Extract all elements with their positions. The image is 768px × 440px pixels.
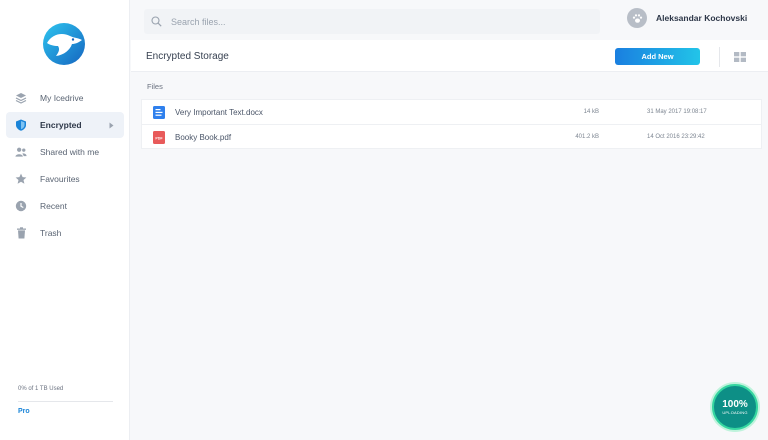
upload-progress-badge[interactable]: 100% UPLOADING xyxy=(712,384,758,430)
upload-percent: 100% xyxy=(722,399,748,410)
search-icon xyxy=(151,16,162,27)
file-size: 401.2 kB xyxy=(575,134,599,140)
plan-badge[interactable]: Pro xyxy=(18,408,30,415)
doc-file-icon xyxy=(153,106,165,119)
file-date: 14 Oct 2016 23:29:42 xyxy=(647,134,705,140)
sidebar-item-favourites[interactable]: Favourites xyxy=(6,166,124,192)
upload-status: UPLOADING xyxy=(722,410,748,415)
star-icon xyxy=(15,173,27,185)
sidebar-nav: My Icedrive Encrypted Shared with me Fav… xyxy=(0,85,130,247)
sidebar-item-label: Recent xyxy=(40,201,67,211)
usage-divider xyxy=(18,401,113,402)
paw-icon xyxy=(632,13,642,23)
sidebar-item-label: My Icedrive xyxy=(40,93,84,103)
top-bar: Aleksandar Kochovski xyxy=(131,0,768,40)
sidebar-item-encrypted[interactable]: Encrypted xyxy=(6,112,124,138)
avatar[interactable] xyxy=(627,8,647,28)
file-name: Booky Book.pdf xyxy=(175,133,232,142)
file-row[interactable]: Very Important Text.docx 14 kB 31 May 20… xyxy=(141,99,762,124)
file-row[interactable]: PDF Booky Book.pdf 401.2 kB 14 Oct 2016 … xyxy=(141,124,762,149)
files-section-label: Files xyxy=(147,82,163,91)
layers-icon xyxy=(15,92,27,104)
file-size: 14 kB xyxy=(583,109,599,115)
pdf-file-icon: PDF xyxy=(153,131,165,144)
file-date: 31 May 2017 19:08:17 xyxy=(647,109,707,115)
header-divider xyxy=(719,47,720,67)
page-title: Encrypted Storage xyxy=(146,51,229,62)
trash-icon xyxy=(15,227,27,239)
file-list: Very Important Text.docx 14 kB 31 May 20… xyxy=(141,99,762,149)
sidebar-item-label: Trash xyxy=(40,228,62,238)
grid-view-icon[interactable] xyxy=(734,52,746,62)
search-input[interactable] xyxy=(171,16,571,27)
sidebar-item-trash[interactable]: Trash xyxy=(6,220,124,246)
user-name: Aleksandar Kochovski xyxy=(656,13,748,23)
chevron-right-icon xyxy=(109,121,114,131)
storage-usage-text: 0% of 1 TB Used xyxy=(18,386,64,392)
sidebar-item-shared-with-me[interactable]: Shared with me xyxy=(6,139,124,165)
content-header: Encrypted Storage Add New xyxy=(131,40,768,72)
svg-text:PDF: PDF xyxy=(155,136,163,140)
add-new-button[interactable]: Add New xyxy=(615,48,700,65)
sidebar-item-label: Shared with me xyxy=(40,147,100,157)
sidebar-item-my-icedrive[interactable]: My Icedrive xyxy=(6,85,124,111)
clock-icon xyxy=(15,200,27,212)
user-menu[interactable]: Aleksandar Kochovski xyxy=(627,8,747,28)
shield-icon xyxy=(15,119,27,131)
sidebar-item-label: Favourites xyxy=(40,174,80,184)
file-name: Very Important Text.docx xyxy=(175,108,263,117)
icedrive-logo[interactable] xyxy=(42,22,86,66)
sidebar-item-label: Encrypted xyxy=(40,120,82,130)
sidebar-item-recent[interactable]: Recent xyxy=(6,193,124,219)
search-box[interactable] xyxy=(144,9,600,34)
users-icon xyxy=(15,146,27,158)
sidebar: My Icedrive Encrypted Shared with me Fav… xyxy=(0,0,130,440)
